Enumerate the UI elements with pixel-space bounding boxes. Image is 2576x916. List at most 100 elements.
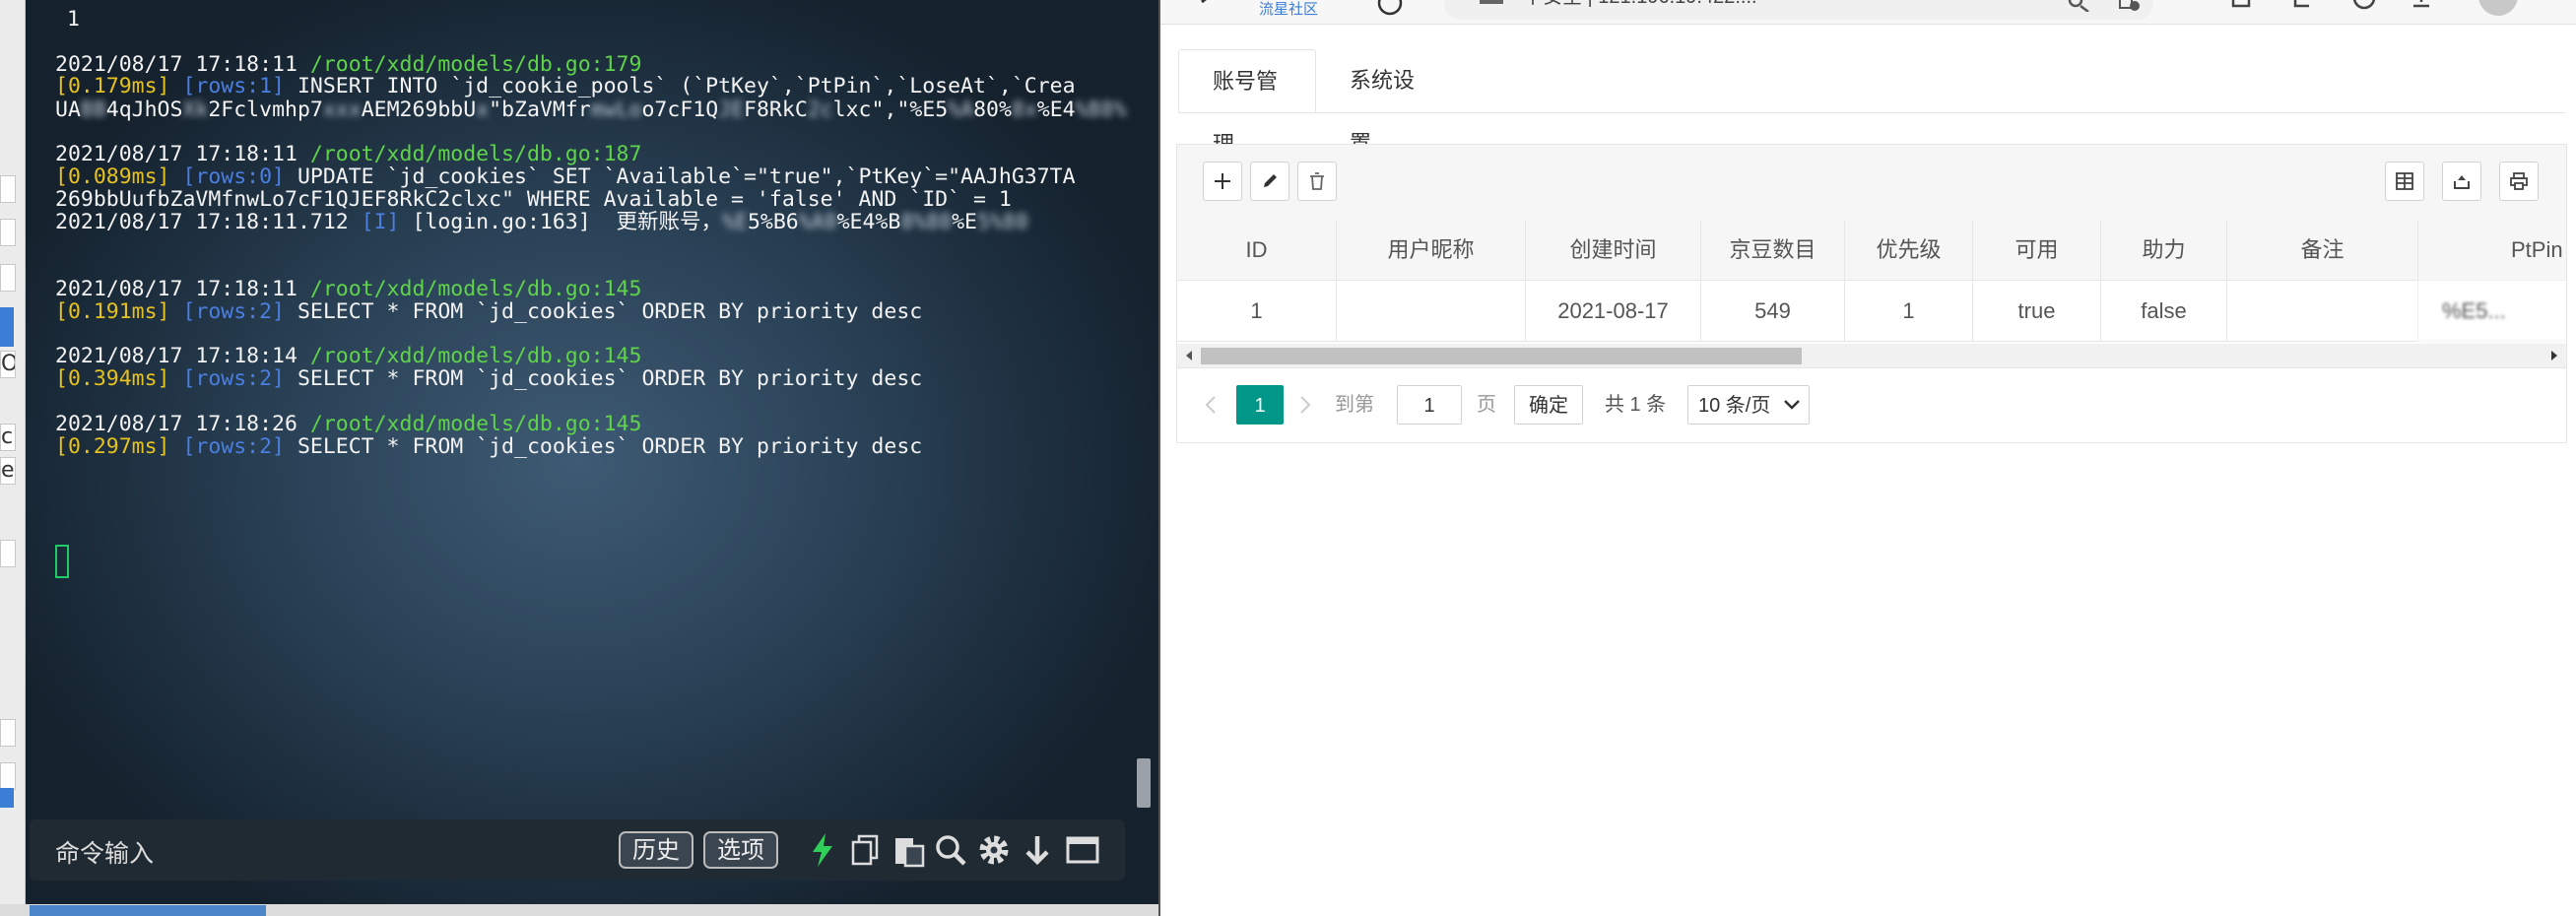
terminal-line: [0.179ms] [rows:1] INSERT INTO `jd_cooki… <box>55 74 1076 99</box>
print-button[interactable] <box>2499 162 2539 201</box>
prev-page-icon[interactable] <box>1201 385 1221 425</box>
terminal-text: 80% <box>973 98 1012 122</box>
total-count: 共 1 条 <box>1605 394 1667 416</box>
edge-highlight <box>0 307 14 347</box>
tab-system-settings[interactable]: 系统设置 <box>1316 49 1454 156</box>
address-bar[interactable]: 不安全 | 121.196.19.422:... <box>1444 0 2153 20</box>
terminal-text: %E4%B <box>836 210 901 234</box>
edge-char: c <box>0 424 16 451</box>
pencil-icon <box>1264 174 1277 187</box>
terminal-panel[interactable]: 1 2021/08/17 17:18:11 /root/xdd/models/db… <box>26 0 1158 916</box>
scrollbar-thumb[interactable] <box>1201 348 1802 364</box>
gear-icon[interactable] <box>975 830 1013 870</box>
avatar[interactable] <box>2477 0 2520 16</box>
redacted-text: xxx <box>322 98 362 122</box>
terminal-text: 5%B6 <box>747 210 799 234</box>
terminal-line: 1 <box>67 7 80 33</box>
page-size-value: 10 条/页 <box>1698 395 1771 417</box>
page-size-select[interactable]: 10 条/页 <box>1687 385 1810 425</box>
terminal-text: %E <box>952 210 977 234</box>
edge-field <box>0 719 16 747</box>
table-cell <box>2227 281 2418 342</box>
col-header-nickname[interactable]: 用户昵称 <box>1337 220 1526 281</box>
paste-icon[interactable] <box>891 830 928 870</box>
tab-account-management[interactable]: 账号管理 <box>1178 49 1316 157</box>
edge-highlight <box>0 788 14 808</box>
terminal-text: 2021/08/17 17:18:26 <box>55 412 310 436</box>
redacted-text: 8x <box>1011 98 1037 122</box>
edge-char: O <box>0 351 16 378</box>
chevron-down-icon <box>1784 400 1800 410</box>
terminal-text: [0.179ms] <box>55 74 183 98</box>
terminal-text: UPDATE `jd_cookies` SET `Available`="tru… <box>297 164 1076 189</box>
taskbar-tab[interactable] <box>30 905 266 916</box>
pagination: 1 到第 1 页 确定 共 1 条 10 条/页 <box>1177 367 2566 442</box>
account-table: ID 用户昵称 创建时间 京豆数目 优先级 可用 助力 备注 PtPin 1 2… <box>1177 220 2566 344</box>
edge-field <box>0 264 16 292</box>
col-header-id[interactable]: ID <box>1177 220 1337 281</box>
export-button[interactable] <box>2442 162 2481 201</box>
table-cell: 549 <box>1701 281 1845 342</box>
redacted-text: JE <box>718 98 745 122</box>
terminal-text: 2Fclvmhp7 <box>208 98 323 122</box>
table-horizontal-scrollbar[interactable] <box>1177 344 2566 368</box>
table-cell: 1 <box>1845 281 1973 342</box>
history-icon[interactable] <box>2350 0 2378 12</box>
goto-page-input[interactable]: 1 <box>1397 385 1462 425</box>
col-header-priority[interactable]: 优先级 <box>1845 220 1973 281</box>
history-button[interactable]: 历史 <box>619 831 694 869</box>
lightning-icon[interactable] <box>804 830 841 870</box>
terminal-text: SELECT * FROM `jd_cookies` ORDER BY prio… <box>297 299 923 324</box>
redacted-text: %A <box>948 98 974 122</box>
search-icon[interactable] <box>2067 0 2094 12</box>
terminal-text: F8RkC <box>744 98 808 122</box>
table-cell: 1 <box>1177 281 1337 342</box>
browser-window: 流星社区 不安全 | 121.196.19.422:... 账号管理 系统设置 <box>1158 0 2576 916</box>
col-header-ptpin[interactable]: PtPin <box>2418 220 2566 281</box>
terminal-text: 4qJhOS <box>105 98 183 122</box>
favorites-icon[interactable] <box>2291 0 2315 12</box>
copy-icon[interactable] <box>847 830 885 870</box>
col-header-remark[interactable]: 备注 <box>2227 220 2418 281</box>
arrow-down-icon[interactable] <box>1019 830 1056 870</box>
search-icon[interactable] <box>932 830 969 870</box>
redacted-text: Xk <box>182 98 209 122</box>
next-page-icon[interactable] <box>1295 385 1315 425</box>
terminal-scrollbar[interactable] <box>1137 758 1151 808</box>
confirm-button[interactable]: 确定 <box>1514 385 1583 425</box>
col-header-created[interactable]: 创建时间 <box>1526 220 1701 281</box>
tab-bar: 账号管理 系统设置 <box>1178 49 2565 157</box>
columns-button[interactable] <box>2385 162 2424 201</box>
reload-icon[interactable] <box>1375 0 1405 18</box>
col-header-assist[interactable]: 助力 <box>2101 220 2227 281</box>
address-text: 不安全 | 121.196.19.422:... <box>1523 0 1757 9</box>
edit-button[interactable] <box>1250 162 1289 201</box>
terminal-text: [rows:1] <box>182 74 297 98</box>
back-arrow-icon[interactable] <box>1196 0 1220 14</box>
table-cell-ptpin: %E5... <box>2418 281 2566 342</box>
col-header-available[interactable]: 可用 <box>1973 220 2101 281</box>
col-header-beans[interactable]: 京豆数目 <box>1701 220 1845 281</box>
edge-field <box>0 762 16 790</box>
table-cell: 2021-08-17 <box>1526 281 1701 342</box>
add-button[interactable] <box>1203 162 1242 201</box>
lock-icon <box>1480 0 1503 4</box>
download-icon[interactable] <box>2410 0 2433 12</box>
page-1-button[interactable]: 1 <box>1236 385 1284 425</box>
redacted-text: %E <box>722 210 748 234</box>
command-input[interactable]: 命令输入 <box>55 834 154 870</box>
table-cell <box>1337 281 1526 342</box>
window-icon[interactable] <box>1064 830 1101 870</box>
page-label: 页 <box>1477 394 1496 416</box>
delete-button[interactable] <box>1297 162 1337 201</box>
scroll-right-icon[interactable] <box>2548 350 2560 361</box>
terminal-text: 1 <box>67 7 80 32</box>
options-button[interactable]: 选项 <box>703 831 778 869</box>
terminal-text: INSERT INTO `jd_cookie_pools` (`PtKey`,`… <box>297 74 1076 98</box>
add-bookmark-icon[interactable] <box>2116 0 2144 12</box>
terminal-text: 2021/08/17 17:18:14 <box>55 344 310 368</box>
extensions-icon[interactable] <box>2230 0 2254 12</box>
terminal-text: /root/xdd/models/db.go:145 <box>309 277 642 301</box>
terminal-cursor <box>55 545 69 578</box>
scroll-left-icon[interactable] <box>1183 350 1195 361</box>
